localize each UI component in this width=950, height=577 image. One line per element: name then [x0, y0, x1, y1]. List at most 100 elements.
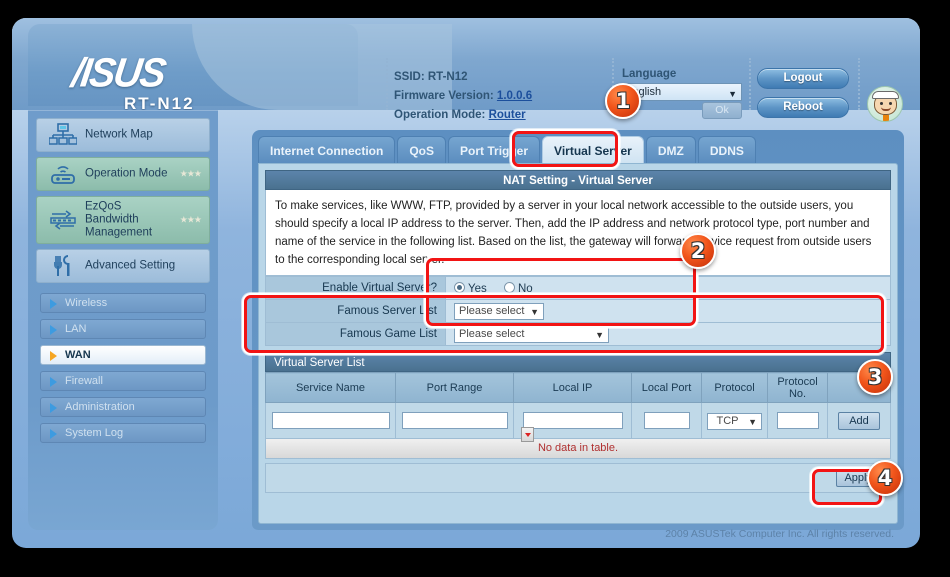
router-signal-icon	[49, 162, 77, 186]
virtual-server-panel: NAT Setting - Virtual Server To make ser…	[258, 163, 898, 524]
sidebar-item-label: Advanced Setting	[85, 259, 176, 272]
column-local-ip: Local IP	[513, 372, 632, 403]
operation-mode-link[interactable]: Router	[489, 109, 526, 121]
router-admin-page: /ISUS RT-N12 SSID: RT-N12 Firmware Versi…	[12, 18, 920, 548]
port-range-input[interactable]	[401, 411, 508, 429]
operation-mode-label: Operation Mode:	[394, 109, 486, 121]
ssid-row: SSID: RT-N12	[394, 68, 604, 87]
local-ip-input[interactable]	[522, 411, 623, 429]
protocol-no-input[interactable]	[776, 411, 819, 429]
famous-game-list-row: Famous Game List Please select ▼	[265, 322, 891, 346]
annotation-badge-3: 3	[857, 359, 893, 395]
famous-game-list-selected: Please select	[459, 327, 525, 340]
triangle-right-icon	[50, 403, 57, 413]
sidebar-item-wireless[interactable]: Wireless	[40, 293, 206, 313]
protocol-select[interactable]: TCP ▼	[707, 413, 762, 430]
tab-qos[interactable]: QoS	[397, 136, 447, 164]
sidebar-item-label: Network Map	[85, 128, 153, 141]
ssid-value: RT-N12	[427, 71, 468, 83]
protocol-selected-value: TCP	[716, 415, 739, 427]
reboot-button[interactable]: Reboot	[757, 97, 849, 118]
famous-game-list-select[interactable]: Please select ▼	[454, 325, 609, 343]
bandwidth-icon	[49, 208, 77, 232]
section-description: To make services, like WWW, FTP, provide…	[265, 190, 891, 276]
sidebar-item-stars: ★★★	[179, 168, 202, 179]
main-content-panel: Internet Connection QoS Port Trigger Vir…	[252, 130, 904, 530]
table-row: TCP ▼ Add	[265, 402, 891, 442]
sidebar-item-administration[interactable]: Administration	[40, 397, 206, 417]
cell-service-name	[265, 402, 396, 439]
sidebar-item-label: Administration	[65, 401, 135, 413]
sidebar: Network Map Operation Mode ★★★ EzQoS Ban…	[28, 110, 218, 530]
radio-yes-label: Yes	[468, 282, 487, 295]
triangle-right-icon	[50, 429, 57, 439]
sidebar-item-label: Operation Mode	[85, 167, 168, 180]
enable-virtual-server-label: Enable Virtual Server?	[265, 276, 446, 300]
cell-protocol: TCP ▼	[701, 402, 768, 439]
sidebar-item-network-map[interactable]: Network Map	[36, 118, 210, 152]
famous-server-list-value: Please select ▼	[445, 299, 891, 323]
tools-icon	[49, 254, 77, 278]
virtual-server-list-block: Virtual Server List Service Name Port Ra…	[265, 352, 891, 493]
chevron-down-icon: ▼	[530, 306, 539, 317]
virtual-server-table: Service Name Port Range Local IP Local P…	[265, 372, 891, 442]
sidebar-item-label: Firewall	[65, 375, 103, 387]
sidebar-item-label: Wireless	[65, 297, 108, 309]
famous-server-list-select[interactable]: Please select ▼	[454, 302, 544, 320]
tab-virtual-server[interactable]: Virtual Server	[542, 136, 644, 164]
local-ip-dropdown-button[interactable]	[520, 426, 534, 442]
cell-protocol-no	[767, 402, 828, 439]
sidebar-item-system-log[interactable]: System Log	[40, 423, 206, 443]
famous-server-list-label: Famous Server List	[265, 299, 446, 323]
sidebar-item-wan[interactable]: WAN	[40, 345, 206, 365]
language-ok-button[interactable]: Ok	[702, 102, 742, 119]
sidebar-item-operation-mode[interactable]: Operation Mode ★★★	[36, 157, 210, 191]
sidebar-item-label: LAN	[65, 323, 87, 335]
local-port-input[interactable]	[643, 411, 690, 429]
firmware-version-link[interactable]: 1.0.0.6	[497, 90, 532, 102]
operation-mode-row: Operation Mode: Router	[394, 106, 604, 125]
sidebar-item-ezqos-bandwidth-management[interactable]: EzQoS Bandwidth Management ★★★	[36, 196, 210, 244]
chevron-down-icon: ▼	[595, 329, 604, 340]
tab-port-trigger[interactable]: Port Trigger	[448, 136, 541, 164]
table-header-row: Service Name Port Range Local IP Local P…	[265, 372, 891, 403]
sidebar-item-advanced-setting[interactable]: Advanced Setting	[36, 249, 210, 283]
sidebar-item-firewall[interactable]: Firewall	[40, 371, 206, 391]
enable-virtual-server-row: Enable Virtual Server? Yes No	[265, 276, 891, 300]
service-name-input[interactable]	[271, 411, 390, 429]
famous-game-list-label: Famous Game List	[265, 322, 446, 346]
chevron-down-icon: ▼	[728, 89, 737, 99]
logout-button[interactable]: Logout	[757, 68, 849, 89]
add-button[interactable]: Add	[838, 412, 880, 430]
firmware-label: Firmware Version:	[394, 90, 494, 102]
column-service-name: Service Name	[265, 372, 396, 403]
cell-port-range	[395, 402, 514, 439]
tab-dmz[interactable]: DMZ	[645, 136, 696, 164]
sidebar-item-stars: ★★★	[179, 214, 202, 225]
device-info-block: SSID: RT-N12 Firmware Version: 1.0.0.6 O…	[394, 68, 604, 125]
annotation-badge-4: 4	[867, 460, 903, 496]
sidebar-item-label: WAN	[65, 349, 91, 361]
tab-internet-connection[interactable]: Internet Connection	[258, 136, 396, 164]
header-divider-1	[386, 58, 388, 110]
famous-game-list-value: Please select ▼	[445, 322, 891, 346]
triangle-right-icon	[50, 377, 57, 387]
column-protocol-no: Protocol No.	[767, 372, 828, 403]
asus-logo: /ISUS	[68, 50, 168, 97]
radio-no[interactable]	[503, 281, 515, 293]
header-bar: /ISUS RT-N12 SSID: RT-N12 Firmware Versi…	[12, 18, 920, 122]
header-divider-3	[749, 58, 751, 110]
radio-yes[interactable]	[454, 281, 465, 293]
triangle-right-icon	[50, 299, 57, 309]
virtual-server-settings-form: Enable Virtual Server? Yes No Famous Ser…	[265, 276, 891, 346]
famous-server-list-selected: Please select	[459, 304, 525, 317]
asus-mascot-icon	[867, 86, 903, 122]
network-map-icon	[49, 123, 77, 147]
radio-no-label: No	[517, 282, 533, 295]
tab-ddns[interactable]: DDNS	[697, 136, 756, 164]
column-port-range: Port Range	[395, 372, 514, 403]
annotation-badge-1: 1	[605, 83, 641, 119]
firmware-row: Firmware Version: 1.0.0.6	[394, 87, 604, 106]
cell-local-port	[631, 402, 702, 439]
sidebar-item-lan[interactable]: LAN	[40, 319, 206, 339]
